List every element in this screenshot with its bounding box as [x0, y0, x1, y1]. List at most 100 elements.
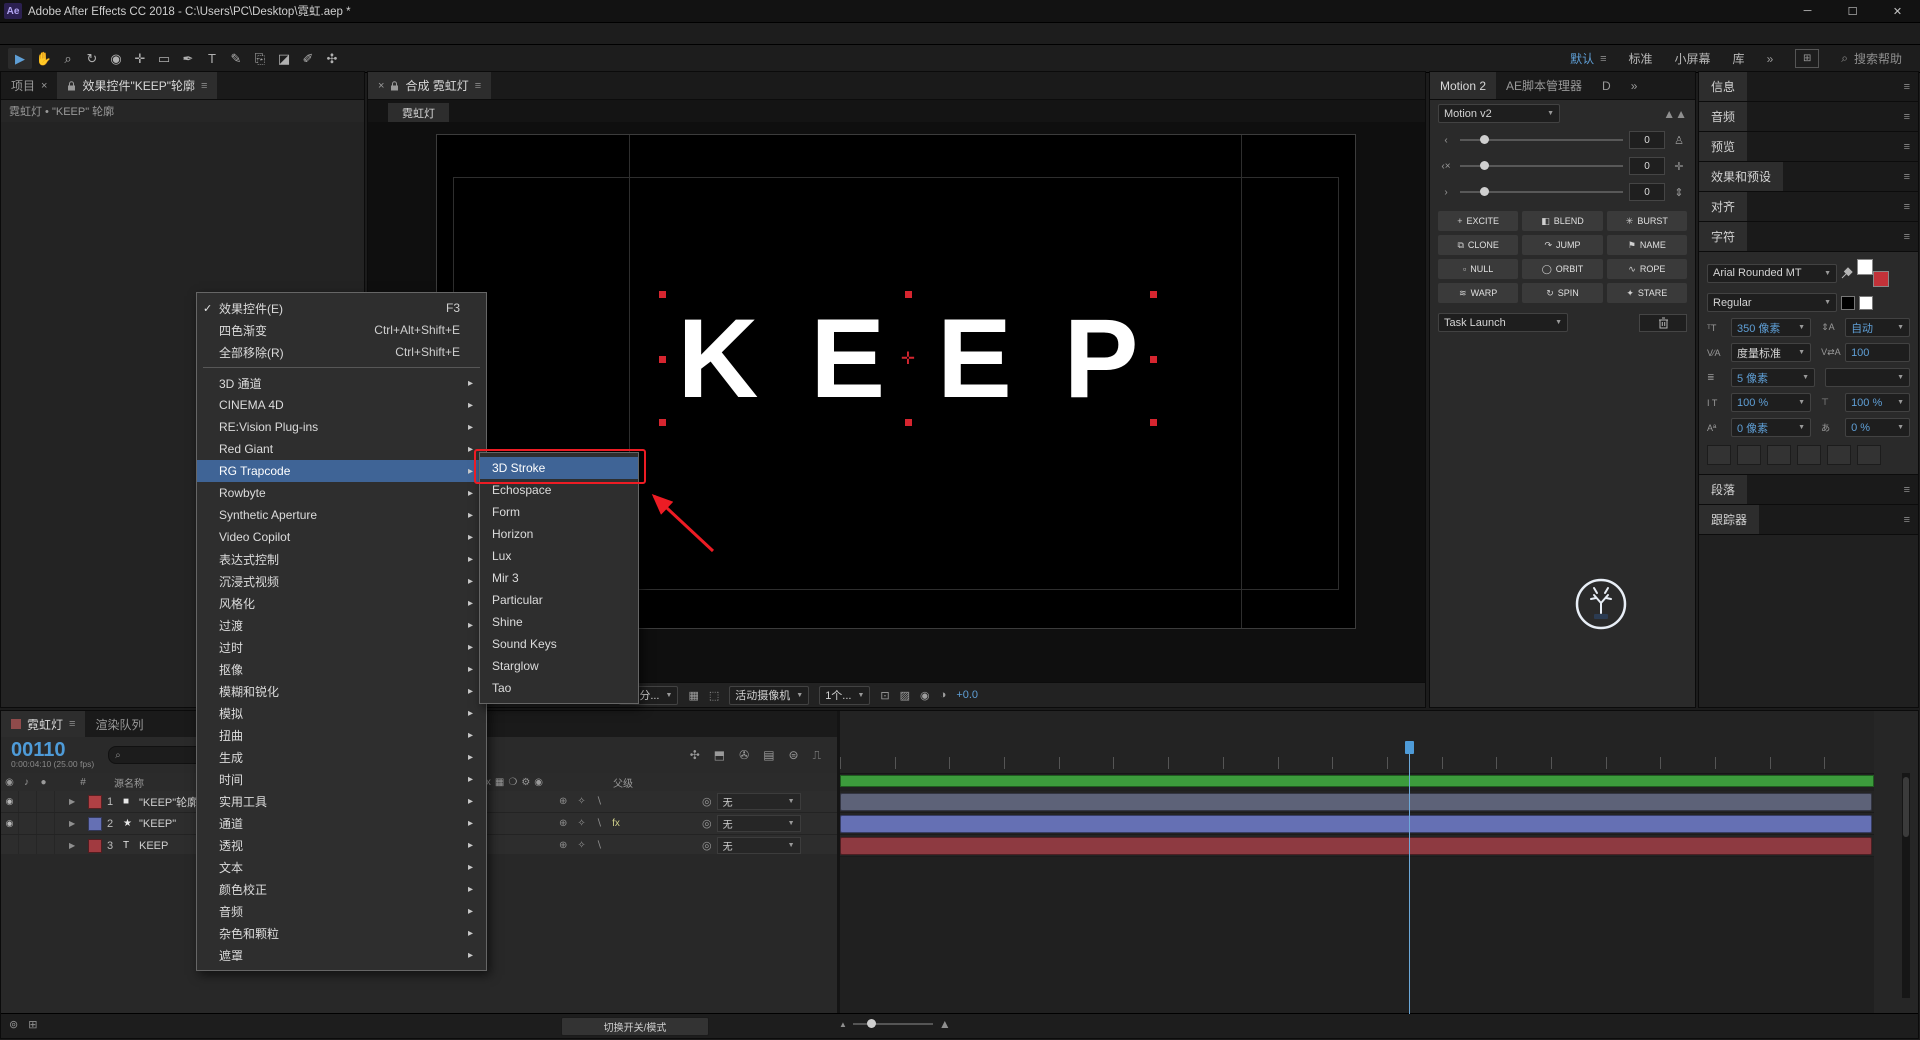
eye-icon[interactable]: [1, 791, 19, 812]
label-color-swatch[interactable]: [88, 794, 102, 809]
eye-icon[interactable]: [1, 835, 19, 856]
camera-tool-icon[interactable]: ◉: [104, 48, 128, 69]
render-status-icon[interactable]: ⊚: [9, 1018, 18, 1031]
pan-behind-tool-icon[interactable]: ✛: [128, 48, 152, 69]
pickwhip-icon[interactable]: ◎: [702, 839, 712, 852]
font-style-dropdown[interactable]: Regular ▼: [1707, 293, 1837, 312]
exposure-icon[interactable]: ◑: [940, 689, 947, 701]
context-menu-item[interactable]: 效果控件(E) F3 ▸: [197, 297, 486, 319]
pickwhip-icon[interactable]: ◎: [702, 795, 712, 808]
stroke-width-dropdown[interactable]: 5 像素 ▼: [1731, 368, 1815, 387]
context-menu-item[interactable]: 颜色校正 ▸: [197, 878, 486, 900]
motion-button[interactable]: ⚑ NAME: [1606, 235, 1687, 255]
eraser-tool-icon[interactable]: ◪: [272, 48, 296, 69]
context-menu-item[interactable]: 过时 ▸: [197, 636, 486, 658]
context-menu-item[interactable]: Red Giant ▸: [197, 438, 486, 460]
submenu-item[interactable]: Starglow: [480, 655, 638, 677]
brush-tool-icon[interactable]: ✎: [224, 48, 248, 69]
zoom-knob[interactable]: [866, 1019, 876, 1028]
eyedropper-icon[interactable]: [1841, 267, 1853, 279]
submenu-item[interactable]: Tao: [480, 677, 638, 699]
current-time-indicator[interactable]: [1409, 741, 1410, 1014]
context-menu-item[interactable]: 扭曲 ▸: [197, 724, 486, 746]
submenu-item[interactable]: Particular: [480, 589, 638, 611]
context-menu-item[interactable]: 音频 ▸: [197, 900, 486, 922]
selection-handle[interactable]: [1150, 355, 1157, 363]
delete-button[interactable]: [1639, 313, 1687, 332]
maximize-button[interactable]: ☐: [1830, 0, 1875, 22]
motion-button[interactable]: ◧ BLEND: [1522, 211, 1603, 231]
pickwhip-icon[interactable]: ◎: [702, 817, 712, 830]
overflow-chevron-icon[interactable]: »: [1621, 72, 1648, 99]
panel-menu-icon[interactable]: ≡: [475, 80, 481, 92]
graph-editor-icon[interactable]: ⎍: [813, 748, 821, 763]
motion-slider[interactable]: [1460, 135, 1623, 144]
panel-header[interactable]: 音频 ≡: [1699, 102, 1918, 132]
motion-button[interactable]: + EXCITE: [1438, 211, 1519, 231]
tab-project[interactable]: 项目 ×: [1, 72, 57, 99]
motion-panel-tab[interactable]: AE脚本管理器: [1496, 72, 1592, 99]
motion-button[interactable]: ▫ NULL: [1438, 259, 1519, 279]
anchor-point-icon[interactable]: ✛: [901, 349, 915, 369]
workspace-tab[interactable]: 库≡: [1733, 50, 1745, 67]
scrollbar-thumb[interactable]: [1903, 777, 1909, 837]
composition-panel-icon[interactable]: ⊞: [28, 1018, 37, 1031]
camera-dropdown[interactable]: 活动摄像机 ▼: [729, 685, 810, 705]
view-layout-dropdown[interactable]: 1个... ▼: [819, 685, 871, 705]
selection-handle[interactable]: [659, 419, 666, 426]
layer-duration-bar[interactable]: [840, 837, 1872, 855]
chevron-left-icon[interactable]: ‹: [1438, 135, 1454, 146]
panel-header[interactable]: 段落 ≡: [1699, 475, 1918, 505]
type-tool-icon[interactable]: T: [200, 48, 224, 69]
faux-style-button[interactable]: [1827, 445, 1851, 465]
context-menu-item[interactable]: 风格化 ▸: [197, 592, 486, 614]
layer-selection-box[interactable]: KEEP ✛: [659, 291, 1157, 426]
chevron-right-icon[interactable]: ›: [1438, 187, 1454, 198]
selection-handle[interactable]: [659, 355, 666, 363]
parent-dropdown[interactable]: 无 ▼: [716, 793, 801, 810]
panel-menu-icon[interactable]: ≡: [1904, 514, 1918, 526]
transparency-grid-icon[interactable]: ▨: [900, 689, 910, 702]
motion-button[interactable]: ✦ STARE: [1606, 283, 1687, 303]
expander-icon[interactable]: ▶: [69, 819, 83, 828]
tsume-dropdown[interactable]: 0 % ▼: [1845, 418, 1910, 437]
frame-blending-icon[interactable]: ▤: [763, 748, 774, 763]
tab-composition[interactable]: × 合成 霓虹灯 ≡: [368, 72, 492, 99]
tracking-dropdown[interactable]: 100: [1845, 343, 1910, 362]
panel-menu-icon[interactable]: ≡: [201, 80, 207, 92]
zoom-tool-icon[interactable]: ⌕: [56, 48, 80, 69]
motion-panel-tab[interactable]: D: [1592, 72, 1621, 99]
faux-style-button[interactable]: [1707, 445, 1731, 465]
panel-menu-icon[interactable]: ≡: [1904, 171, 1918, 183]
horizontal-scale-dropdown[interactable]: 100 % ▼: [1845, 393, 1910, 412]
clone-stamp-tool-icon[interactable]: ⎘: [248, 48, 272, 69]
layer-duration-bar[interactable]: [840, 815, 1872, 833]
context-menu-item[interactable]: 沉浸式视频 ▸: [197, 570, 486, 592]
fill-color-swatch[interactable]: [1857, 259, 1873, 275]
draft-3d-icon[interactable]: ⬒: [714, 748, 725, 763]
grid-guides-icon[interactable]: ▦: [688, 689, 698, 702]
context-menu-item[interactable]: 遮罩 ▸: [197, 944, 486, 966]
expander-icon[interactable]: ▶: [69, 797, 83, 806]
panel-header-character[interactable]: 字符 ≡: [1699, 222, 1918, 252]
selection-handle[interactable]: [1150, 291, 1157, 298]
motion-slider[interactable]: [1460, 187, 1623, 196]
preset-dropdown[interactable]: Motion v2 ▼: [1438, 104, 1560, 123]
motion-button[interactable]: ↷ JUMP: [1522, 235, 1603, 255]
tab-effect-controls[interactable]: 效果控件"KEEP"轮廓 ≡: [57, 72, 218, 99]
help-search[interactable]: ⌕ 搜索帮助: [1841, 50, 1902, 67]
context-menu-item[interactable]: Rowbyte ▸: [197, 482, 486, 504]
slider-knob[interactable]: [1479, 187, 1489, 196]
close-button[interactable]: ✕: [1875, 0, 1920, 22]
faux-style-button[interactable]: [1737, 445, 1761, 465]
audio-cell[interactable]: [19, 835, 37, 856]
scale-x-icon[interactable]: ‹×: [1438, 161, 1454, 172]
workspace-menu-icon[interactable]: ≡: [1600, 53, 1606, 65]
context-menu-item[interactable]: 透视 ▸: [197, 834, 486, 856]
zoom-out-mountain-icon[interactable]: ▲: [839, 1020, 847, 1029]
font-family-dropdown[interactable]: Arial Rounded MT ▼: [1707, 263, 1837, 283]
hand-tool-icon[interactable]: ✋: [32, 48, 56, 69]
motion-button[interactable]: ∿ ROPE: [1606, 259, 1687, 279]
motion-button[interactable]: ◯ ORBIT: [1522, 259, 1603, 279]
panel-menu-icon[interactable]: ≡: [1904, 201, 1918, 213]
